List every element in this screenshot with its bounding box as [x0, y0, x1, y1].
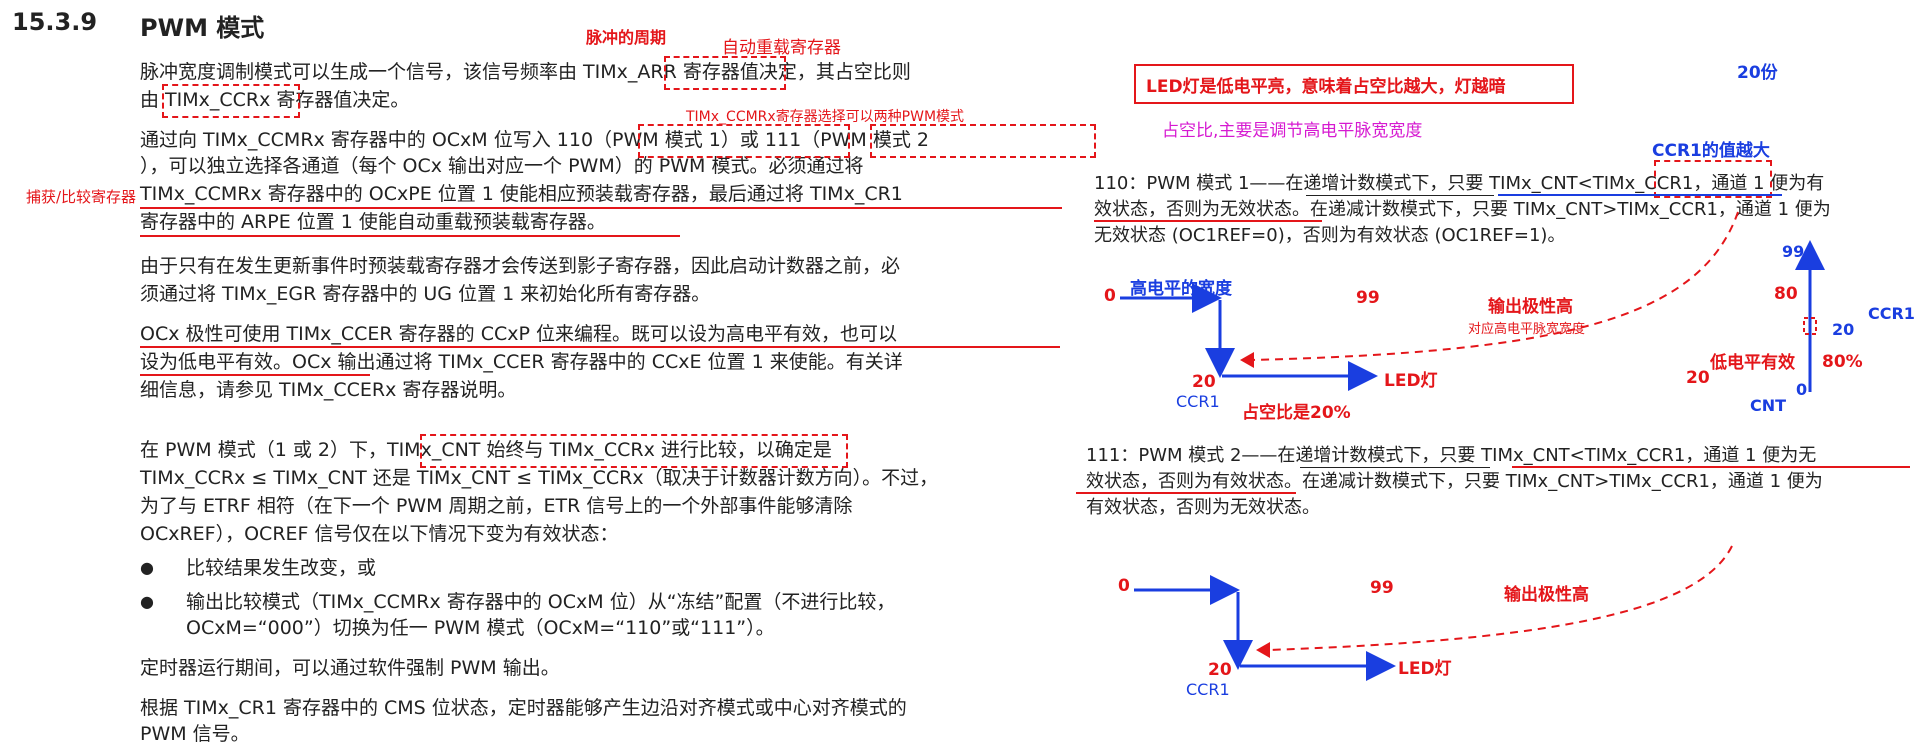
gauge-paths — [1795, 240, 1825, 392]
diagram-drawings — [1120, 211, 1825, 681]
diagram2-curve-arrowhead — [1256, 642, 1270, 658]
diagram1-paths — [1120, 211, 1739, 391]
diagram1-curve-arrowhead — [1240, 352, 1254, 368]
diagram2-paths — [1134, 545, 1733, 681]
